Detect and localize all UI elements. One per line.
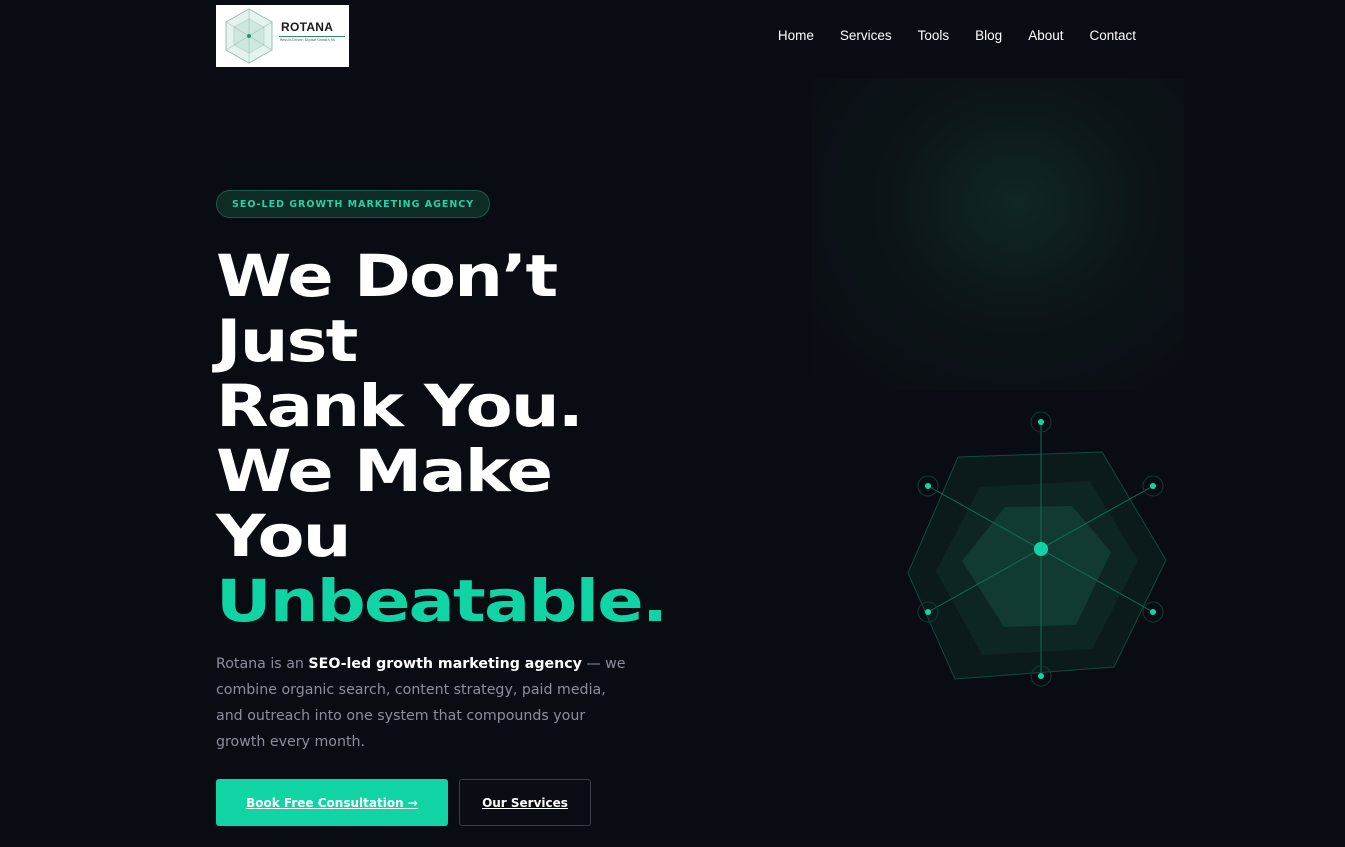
book-consultation-button[interactable]: Book Free Consultation → [216,779,448,826]
nav-item-home[interactable]: Home [778,28,814,43]
hero-headline: We Don’t Just Rank You. We Make You Unbe… [216,242,668,635]
main-nav: Home Services Tools Blog About Contact [778,28,1136,43]
logo[interactable]: ROTANA Result-Driven Digital Growth Mark… [216,5,349,67]
nav-item-blog[interactable]: Blog [975,28,1002,43]
logo-hexagon-icon [225,8,273,64]
headline-line-2: Just [216,307,358,375]
nav-item-contact[interactable]: Contact [1089,28,1136,43]
hero-glow-backdrop [812,78,1184,390]
nav-item-tools[interactable]: Tools [918,28,950,43]
logo-tagline: Result-Driven Digital Growth Marketing A… [280,38,335,42]
our-services-button[interactable]: Our Services [459,779,591,826]
logo-divider [279,36,345,37]
headline-line-1: We Don’t [216,242,558,310]
headline-accent: Unbeatable. [216,567,668,635]
headline-line-3: Rank You. [216,372,584,440]
nav-item-about[interactable]: About [1028,28,1063,43]
nav-item-services[interactable]: Services [840,28,892,43]
logo-name: ROTANA [281,20,334,34]
description-prefix: Rotana is an [216,656,309,672]
description-bold: SEO-led growth marketing agency [308,656,582,672]
headline-line-5: You [216,502,351,570]
hero-badge: SEO-LED GROWTH MARKETING AGENCY [216,190,491,218]
hero-description: Rotana is an SEO-led growth marketing ag… [216,651,636,755]
headline-line-4: We Make [216,437,553,505]
hexagon-network-icon [907,411,1167,687]
